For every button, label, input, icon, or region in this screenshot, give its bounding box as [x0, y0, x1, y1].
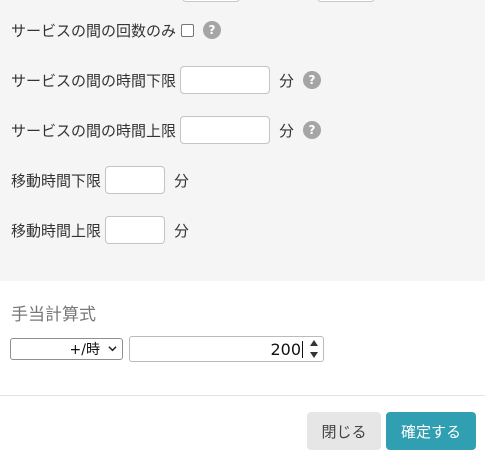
count-only-label: サービスの間の回数のみ: [11, 21, 177, 40]
travel-time-upper-label: 移動時間上限: [11, 221, 102, 240]
question-circle-icon[interactable]: ?: [303, 121, 322, 139]
allowance-unit-select[interactable]: +/時: [10, 338, 123, 360]
allowance-unit-value: +/時: [69, 342, 100, 358]
service-time-lower-row: サービスの間の時間下限 分 ?: [11, 65, 322, 95]
allowance-amount-input[interactable]: 200: [129, 336, 324, 362]
unit-minutes-label: 分: [279, 71, 295, 90]
service-settings-section: サービスの間の回数のみ ? サービスの間の時間下限 分 ? サービスの間の時間上…: [0, 0, 485, 281]
unit-minutes-label: 分: [279, 121, 295, 140]
top-input-stub[interactable]: [182, 0, 240, 2]
allowance-amount-value: 200: [270, 339, 301, 359]
confirm-button[interactable]: 確定する: [386, 412, 476, 450]
allowance-formula-row: +/時 200: [10, 336, 324, 362]
travel-time-upper-row: 移動時間上限 分: [11, 215, 189, 245]
count-only-checkbox[interactable]: [181, 23, 195, 37]
service-time-upper-row: サービスの間の時間上限 分 ?: [11, 115, 322, 145]
travel-time-lower-input[interactable]: [105, 166, 166, 194]
footer-divider: [0, 395, 485, 396]
service-time-lower-label: サービスの間の時間下限: [11, 71, 177, 90]
top-input-stub[interactable]: [317, 0, 375, 2]
up-down-arrows-icon[interactable]: [308, 340, 319, 358]
text-caret: [302, 340, 303, 358]
service-time-upper-label: サービスの間の時間上限: [11, 121, 177, 140]
spinner-down-icon[interactable]: [309, 352, 318, 358]
unit-minutes-label: 分: [174, 171, 190, 190]
close-button[interactable]: 閉じる: [307, 412, 381, 450]
question-circle-icon[interactable]: ?: [203, 21, 222, 39]
chevron-down-icon: [108, 346, 117, 352]
count-only-row: サービスの間の回数のみ ?: [11, 15, 222, 45]
question-circle-icon[interactable]: ?: [303, 71, 322, 89]
travel-time-lower-row: 移動時間下限 分: [11, 165, 189, 195]
service-time-upper-input[interactable]: [180, 116, 271, 144]
travel-time-lower-label: 移動時間下限: [11, 171, 102, 190]
spinner-up-icon[interactable]: [309, 340, 318, 346]
service-time-lower-input[interactable]: [180, 66, 271, 94]
unit-minutes-label: 分: [174, 221, 190, 240]
allowance-formula-title: 手当計算式: [11, 305, 96, 325]
travel-time-upper-input[interactable]: [105, 216, 166, 244]
